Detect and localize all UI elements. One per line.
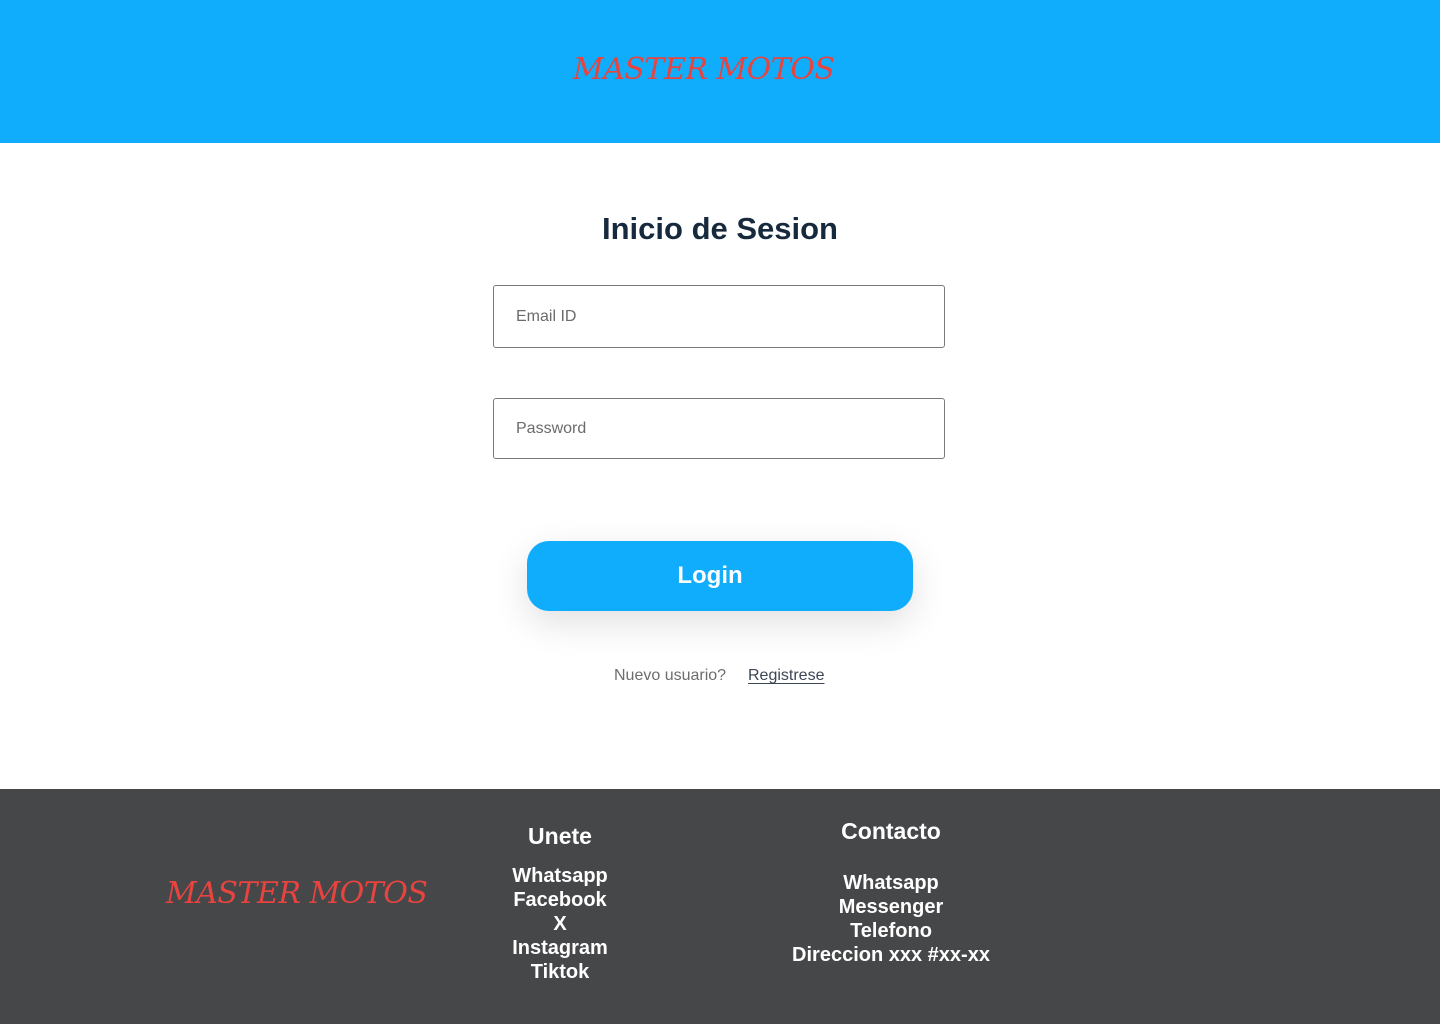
footer-contacto-heading: Contacto (841, 818, 941, 844)
login-button-label: Login (677, 562, 743, 589)
footer-link-tiktok[interactable]: Tiktok (480, 960, 640, 984)
register-link[interactable]: Registrese (748, 667, 824, 685)
footer-unete-list: Whatsapp Facebook X Instagram Tiktok (480, 864, 640, 984)
new-user-text: Nuevo usuario? (614, 667, 727, 684)
footer-link-facebook[interactable]: Facebook (480, 888, 640, 912)
footer-link-instagram[interactable]: Instagram (480, 936, 640, 960)
footer-brand-logo[interactable]: MASTER MOTOS (166, 876, 428, 911)
footer-link-whatsapp[interactable]: Whatsapp (480, 864, 640, 888)
page-title: Inicio de Sesion (602, 211, 838, 246)
footer-link-x[interactable]: X (480, 912, 640, 936)
footer-contact-whatsapp[interactable]: Whatsapp (771, 871, 1011, 895)
password-input[interactable] (494, 399, 944, 458)
footer-contact-messenger[interactable]: Messenger (771, 895, 1011, 919)
footer: MASTER MOTOS Unete Whatsapp Facebook X I… (0, 789, 1440, 1024)
header-brand-logo[interactable]: MASTER MOTOS (573, 52, 835, 87)
email-input[interactable] (494, 286, 944, 347)
footer-unete-heading: Unete (528, 823, 592, 849)
password-field-container (493, 398, 945, 459)
footer-contact-telefono[interactable]: Telefono (771, 919, 1011, 943)
header-bar: MASTER MOTOS (0, 0, 1440, 143)
footer-contacto-list: Whatsapp Messenger Telefono Direccion xx… (771, 871, 1011, 967)
footer-contact-direccion: Direccion xxx #xx-xx (792, 944, 990, 966)
login-button[interactable]: Login (527, 541, 913, 611)
email-field-container (493, 285, 945, 348)
